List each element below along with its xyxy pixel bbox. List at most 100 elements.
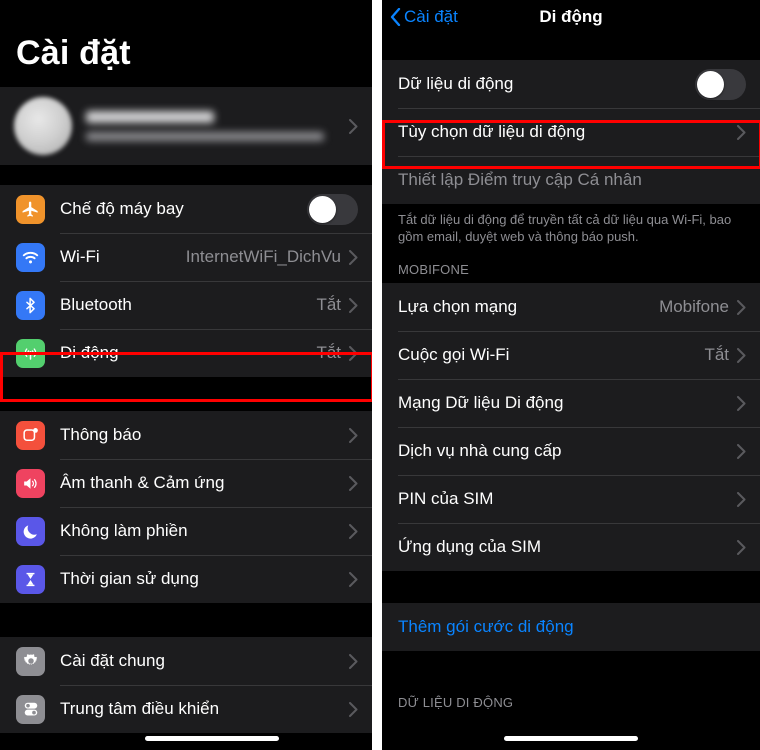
navigation-bar: Cài đặt Di động [382, 0, 760, 34]
bluetooth-status-value: Tắt [316, 295, 341, 314]
chevron-right-icon [349, 571, 358, 587]
panel-divider [372, 0, 382, 750]
row-network-selection[interactable]: Lựa chọn mạng Mobifone [382, 283, 760, 331]
chevron-right-icon [349, 297, 358, 313]
sidebar-item-bluetooth[interactable]: Bluetooth Tắt [0, 281, 372, 329]
general-group: Cài đặt chung Trung tâm điều khiển [0, 637, 372, 733]
chevron-right-icon [737, 491, 746, 507]
toggle-knob [697, 70, 724, 98]
row-personal-hotspot-setup[interactable]: Thiết lập Điểm truy cập Cá nhân [382, 156, 760, 204]
row-label: Tùy chọn dữ liệu di động [398, 122, 586, 141]
network-selection-value: Mobifone [659, 297, 729, 316]
chevron-right-icon [737, 124, 746, 140]
chevron-right-icon [349, 653, 358, 669]
row-cellular-data-network[interactable]: Mạng Dữ liệu Di động [382, 379, 760, 427]
group-spacer [382, 651, 760, 691]
dual-screenshot-container: Cài đặt Chế độ máy bay Wi-Fi InternetWiF… [0, 0, 760, 750]
sidebar-item-notifications[interactable]: Thông báo [0, 411, 372, 459]
sidebar-item-label: Âm thanh & Cảm ứng [60, 473, 225, 492]
sidebar-item-general[interactable]: Cài đặt chung [0, 637, 372, 685]
cellular-settings-screen: Cài đặt Di động Dữ liệu di động Tùy chọn… [382, 0, 760, 750]
cellular-icon [16, 338, 45, 368]
row-wifi-calling[interactable]: Cuộc gọi Wi-Fi Tắt [382, 331, 760, 379]
sidebar-item-wifi[interactable]: Wi-Fi InternetWiFi_DichVu [0, 233, 372, 281]
notifications-group: Thông báo Âm thanh & Cảm ứng Không làm p… [0, 411, 372, 603]
row-label: Dịch vụ nhà cung cấp [398, 441, 562, 460]
gear-icon [16, 646, 45, 676]
sidebar-item-label: Trung tâm điều khiển [60, 699, 220, 718]
row-label: Cuộc gọi Wi-Fi [398, 345, 510, 364]
row-label: Ứng dụng của SIM [398, 537, 542, 556]
sidebar-item-label: Cài đặt chung [60, 651, 165, 670]
sidebar-item-label: Chế độ máy bay [60, 199, 184, 218]
home-indicator [504, 736, 638, 741]
cellular-data-toggle[interactable] [695, 68, 746, 100]
row-add-cellular-plan[interactable]: Thêm gói cước di động [382, 603, 760, 651]
group-spacer [382, 34, 760, 60]
cellular-status-value: Tắt [316, 343, 341, 362]
sidebar-item-control-center[interactable]: Trung tâm điều khiển [0, 685, 372, 733]
cellular-data-usage-section-header: DỮ LIỆU DI ĐỘNG [382, 691, 760, 716]
back-button-label: Cài đặt [404, 7, 458, 26]
wifi-calling-value: Tắt [704, 345, 729, 364]
carrier-group: Lựa chọn mạng Mobifone Cuộc gọi Wi-Fi Tắ… [382, 283, 760, 571]
chevron-right-icon [349, 523, 358, 539]
wifi-network-value: InternetWiFi_DichVu [185, 247, 341, 266]
sound-icon [16, 468, 45, 498]
airplane-icon [16, 194, 45, 224]
row-label: Mạng Dữ liệu Di động [398, 393, 564, 412]
row-carrier-services[interactable]: Dịch vụ nhà cung cấp [382, 427, 760, 475]
chevron-right-icon [349, 475, 358, 491]
carrier-section-header: MOBIFONE [382, 258, 760, 283]
avatar [14, 97, 72, 155]
group-spacer [0, 165, 372, 185]
row-label: Thêm gói cước di động [398, 617, 574, 636]
add-plan-group: Thêm gói cước di động [382, 603, 760, 651]
chevron-right-icon [737, 539, 746, 555]
chevron-left-icon [390, 7, 401, 27]
hourglass-icon [16, 564, 45, 594]
chevron-right-icon [737, 395, 746, 411]
page-title: Cài đặt [0, 0, 372, 87]
chevron-right-icon [349, 249, 358, 265]
sidebar-item-screen-time[interactable]: Thời gian sử dụng [0, 555, 372, 603]
row-sim-applications[interactable]: Ứng dụng của SIM [382, 523, 760, 571]
group-spacer [382, 571, 760, 603]
row-label: Thiết lập Điểm truy cập Cá nhân [398, 170, 642, 189]
chevron-right-icon [349, 345, 358, 361]
sidebar-item-cellular[interactable]: Di động Tắt [0, 329, 372, 377]
sidebar-item-do-not-disturb[interactable]: Không làm phiền [0, 507, 372, 555]
profile-subtitle-redacted [86, 132, 324, 141]
profile-name-redacted [86, 111, 214, 123]
chevron-right-icon [737, 299, 746, 315]
apple-id-profile-row[interactable] [0, 87, 372, 165]
sidebar-item-label: Thông báo [60, 425, 142, 444]
row-label: Lựa chọn mạng [398, 297, 518, 316]
sidebar-item-label: Thời gian sử dụng [60, 569, 199, 588]
chevron-right-icon [737, 347, 746, 363]
profile-text-redacted [86, 111, 349, 141]
row-cellular-data[interactable]: Dữ liệu di động [382, 60, 760, 108]
sidebar-item-label: Di động [60, 343, 119, 362]
wifi-icon [16, 242, 45, 272]
airplane-mode-toggle[interactable] [307, 193, 358, 225]
chevron-right-icon [737, 443, 746, 459]
settings-root-screen: Cài đặt Chế độ máy bay Wi-Fi InternetWiF… [0, 0, 372, 750]
row-label: PIN của SIM [398, 489, 494, 508]
chevron-right-icon [349, 701, 358, 717]
chevron-right-icon [349, 427, 358, 443]
control-center-icon [16, 694, 45, 724]
row-cellular-data-options[interactable]: Tùy chọn dữ liệu di động [382, 108, 760, 156]
sidebar-item-airplane-mode[interactable]: Chế độ máy bay [0, 185, 372, 233]
group-spacer [0, 377, 372, 411]
row-sim-pin[interactable]: PIN của SIM [382, 475, 760, 523]
toggle-knob [309, 195, 336, 223]
back-button[interactable]: Cài đặt [390, 7, 458, 27]
sidebar-item-label: Bluetooth [60, 295, 132, 314]
sidebar-item-sounds-haptics[interactable]: Âm thanh & Cảm ứng [0, 459, 372, 507]
sidebar-item-label: Không làm phiền [60, 521, 188, 540]
bluetooth-icon [16, 290, 45, 320]
moon-icon [16, 516, 45, 546]
group-spacer [0, 603, 372, 637]
sidebar-item-label: Wi-Fi [60, 247, 100, 266]
